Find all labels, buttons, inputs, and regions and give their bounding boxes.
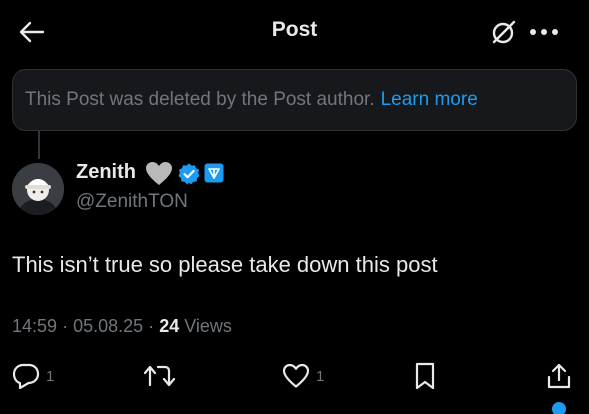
reply-count: 1 (46, 367, 55, 385)
avatar[interactable] (12, 163, 64, 215)
author-handle[interactable]: @ZenithTON (76, 191, 188, 213)
more-horizontal-icon (530, 29, 558, 35)
share-button[interactable] (546, 360, 572, 392)
grok-button[interactable] (486, 14, 522, 50)
post-time[interactable]: 14:59 (12, 316, 57, 336)
deleted-notice-text: This Post was deleted by the Post author… (25, 89, 375, 110)
reply-button[interactable]: 1 (12, 360, 54, 392)
more-options-button[interactable] (524, 14, 564, 50)
share-icon (547, 363, 571, 389)
learn-more-link[interactable]: Learn more (381, 89, 478, 111)
like-button[interactable]: 1 (282, 360, 324, 392)
floating-compose-button-edge[interactable] (552, 402, 566, 414)
repost-icon (144, 365, 176, 387)
post-date[interactable]: 05.08.25 (73, 316, 143, 336)
verified-badge-icon[interactable] (177, 162, 201, 186)
reply-icon (12, 363, 40, 389)
affiliate-badge-icon[interactable] (204, 163, 224, 183)
arrow-left-icon (19, 21, 45, 43)
back-button[interactable] (14, 14, 50, 50)
author-display-name[interactable]: Zenith (76, 161, 136, 184)
grey-heart-icon (146, 162, 172, 185)
thread-connector-line (38, 131, 40, 159)
deleted-post-notice: This Post was deleted by the Post author… (12, 69, 577, 131)
views-label: Views (184, 316, 232, 336)
bookmark-button[interactable] (414, 360, 436, 392)
views-count: 24 (159, 316, 180, 336)
post-text: This isn’t true so please take down this… (12, 252, 438, 277)
avatar-image (12, 163, 64, 215)
meta-separator: · (62, 316, 69, 336)
like-count: 1 (316, 367, 325, 385)
repost-button[interactable] (144, 360, 176, 392)
grok-icon (492, 20, 516, 44)
top-bar: Post (0, 0, 589, 62)
heart-icon (282, 363, 310, 388)
post-metadata: 14:59 · 05.08.25 · 24 Views (12, 316, 232, 337)
meta-separator: · (148, 316, 155, 336)
bookmark-icon (415, 362, 435, 390)
